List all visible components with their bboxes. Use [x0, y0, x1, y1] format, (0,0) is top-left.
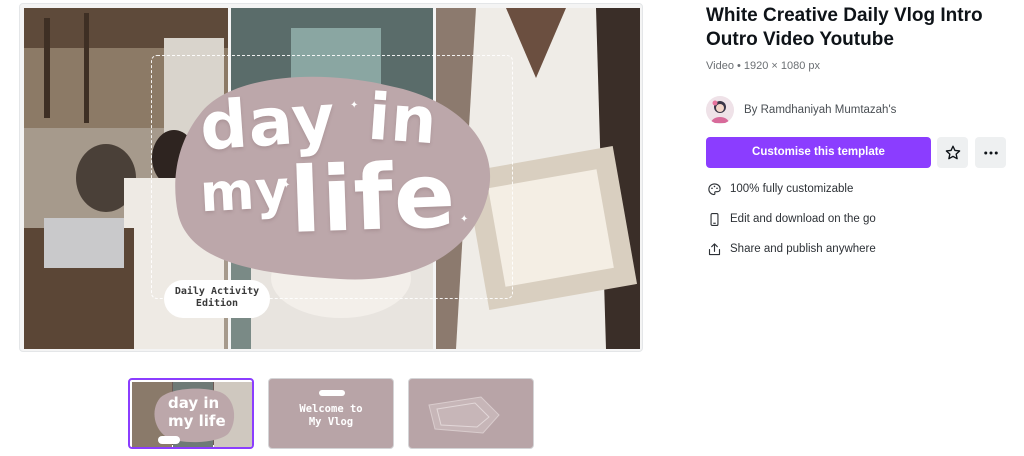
template-preview[interactable]: day in my life ✦ ✦ ✦ Daily Activity Edit… — [19, 3, 643, 352]
avatar[interactable] — [706, 96, 734, 124]
share-icon — [706, 241, 722, 257]
author-name[interactable]: By Ramdhaniyah Mumtazah's — [744, 104, 896, 116]
template-meta: Video • 1920 × 1080 px — [706, 60, 821, 72]
edition-line-1: Daily Activity — [174, 286, 260, 297]
thumb-2-line-2: My Vlog — [308, 416, 354, 428]
thumb-3-shape — [428, 396, 500, 434]
feature-customizable: 100% fully customizable — [706, 181, 853, 197]
template-title: White Creative Daily Vlog Intro Outro Vi… — [706, 5, 983, 50]
thumb-2-text: Welcome to My Vlog — [269, 403, 393, 429]
sparkle-icon: ✦ — [350, 100, 359, 111]
star-icon — [945, 145, 960, 159]
feature-mobile: Edit and download on the go — [706, 211, 876, 227]
edition-line-2: Edition — [195, 298, 239, 309]
thumb-2-line-1: Welcome to — [299, 403, 363, 415]
author-row[interactable]: By Ramdhaniyah Mumtazah's — [706, 96, 896, 124]
more-icon — [983, 151, 998, 154]
customise-template-button[interactable]: Customise this template — [706, 137, 931, 168]
thumbnail-page-2[interactable]: Welcome to My Vlog — [268, 378, 394, 449]
title-word-life: life — [288, 143, 458, 254]
palette-icon — [706, 181, 722, 197]
sparkle-icon: ✦ — [282, 180, 291, 191]
phone-icon — [706, 211, 722, 227]
more-options-button[interactable] — [975, 137, 1006, 168]
thumb-1-line-1: day in — [168, 394, 220, 412]
thumb-1-line-2: my life — [168, 412, 226, 430]
feature-share: Share and publish anywhere — [706, 241, 876, 257]
favorite-button[interactable] — [937, 137, 968, 168]
title-word-my: my — [198, 159, 292, 225]
feature-label: Share and publish anywhere — [730, 243, 876, 255]
thumbnail-page-3[interactable] — [408, 378, 534, 449]
thumb-2-pill — [319, 390, 345, 396]
thumbnail-page-1[interactable]: day in my life — [128, 378, 254, 449]
feature-label: 100% fully customizable — [730, 183, 854, 195]
edition-badge: Daily Activity Edition — [164, 280, 270, 318]
feature-label: Edit and download on the go — [730, 213, 876, 225]
sparkle-icon: ✦ — [460, 214, 469, 225]
